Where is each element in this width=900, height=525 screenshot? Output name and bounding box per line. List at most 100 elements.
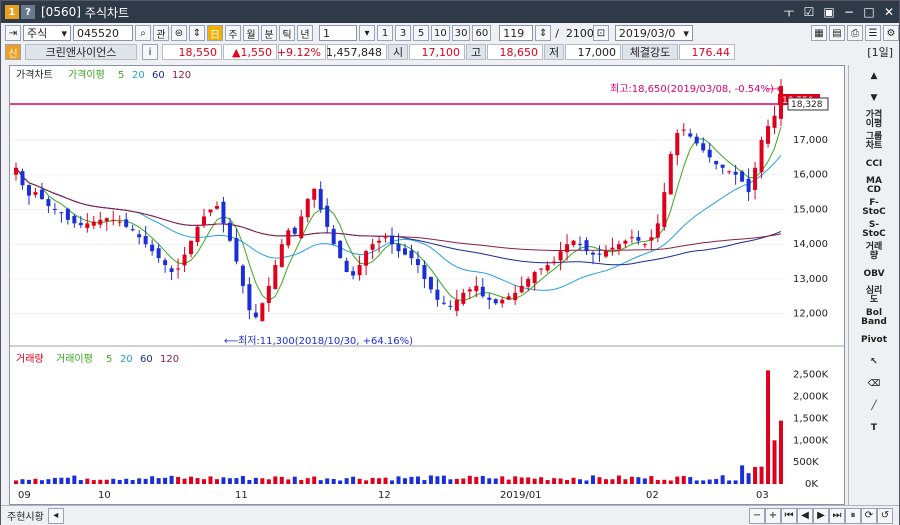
sidebar-up-icon[interactable]: ▲ [849, 65, 899, 87]
volume-bar [707, 479, 712, 484]
first-icon[interactable]: ⏮ [781, 507, 797, 524]
candle-body [214, 206, 219, 209]
indicator-s-stoc[interactable]: S- StoC [849, 219, 899, 241]
period-day-icon[interactable]: 日 [207, 25, 223, 41]
watch-button[interactable]: 관 [153, 25, 169, 41]
date-select[interactable]: 2019/03/0 ▾ [614, 25, 693, 41]
tools-icon[interactable]: ⚙ [883, 25, 899, 41]
volume-ma20: 20 [120, 354, 133, 365]
volume-bar [202, 479, 207, 484]
print-icon[interactable]: ⎙ [847, 25, 863, 41]
next-icon[interactable]: ▶ [813, 507, 829, 524]
period-tick[interactable]: 틱 [279, 25, 295, 41]
settings-icon[interactable]: ☰ [865, 25, 881, 41]
chart-area[interactable]: 12,00013,00014,00015,00016,00017,00018,0… [9, 65, 845, 505]
volume-bar [766, 370, 771, 484]
refresh-icon[interactable]: ⟳ [861, 507, 877, 524]
info-button[interactable]: i [142, 44, 158, 60]
chevron-down-icon[interactable]: ▾ [359, 25, 375, 41]
code-input[interactable]: 045520 [73, 25, 133, 41]
volume-bar [273, 476, 278, 484]
sidebar-down-icon[interactable]: ▼ [849, 87, 899, 109]
volume-bar [461, 478, 466, 484]
save-icon[interactable]: ⊜ [171, 25, 187, 41]
spin-icon[interactable]: ⇕ [189, 25, 205, 41]
candle-body [195, 226, 200, 242]
volume-bar [91, 480, 96, 484]
cursor-icon[interactable]: ↖ [849, 351, 899, 373]
volume-bar [318, 480, 323, 484]
table-icon[interactable]: ▤ [829, 25, 845, 41]
indicator-bollinger[interactable]: Bol Band [849, 307, 899, 329]
preset-5[interactable]: 5 [413, 25, 429, 41]
strength-value: 176.44 [679, 44, 735, 60]
preset-60[interactable]: 60 [472, 25, 492, 41]
preset-30[interactable]: 30 [451, 25, 471, 41]
volume-bar [312, 476, 317, 484]
last-icon[interactable]: ⏭ [829, 507, 845, 524]
x-tick-label: 02 [646, 490, 659, 501]
candle-body [565, 244, 570, 253]
close-icon[interactable]: ✕ [879, 5, 899, 19]
indicator-cci[interactable]: CCI [849, 153, 899, 175]
volume-bar [733, 480, 738, 484]
chevron-down-icon: ▾ [683, 26, 689, 40]
volume-bar [247, 479, 252, 484]
indicator-volume[interactable]: 거래 량 [849, 241, 899, 263]
help-icon[interactable]: ? [21, 5, 35, 19]
range-icon[interactable]: ⊡ [592, 25, 609, 41]
count-input[interactable]: 119 [499, 25, 534, 41]
preset-10[interactable]: 10 [431, 25, 450, 41]
price-tick-label: 16,000 [793, 170, 828, 181]
candle-body [85, 223, 90, 228]
candle-body [493, 299, 498, 304]
volume-bar [539, 477, 544, 484]
pause-icon[interactable]: ⏸ [845, 507, 861, 524]
period-year[interactable]: 년 [297, 25, 313, 41]
grid-icon[interactable]: ▦ [811, 25, 827, 41]
indicator-macd[interactable]: MA CD [849, 175, 899, 197]
scroll-left-icon[interactable]: ◂ [47, 507, 64, 524]
reset-icon[interactable]: ↺ [877, 507, 893, 524]
search-button[interactable]: ⌕ [135, 25, 151, 41]
indicator-price-ma[interactable]: 가격 이평 [849, 109, 899, 131]
quote-info-row: 신 크린앤사이언스 i 18,550 ▲1,550 +9.12% 1,457,8… [1, 43, 899, 61]
volume-bar [260, 478, 265, 484]
interval-select[interactable]: 1 [319, 25, 357, 41]
pin-icon[interactable]: ㅜ [779, 4, 799, 21]
indicator-obv[interactable]: OBV [849, 263, 899, 285]
eraser-icon[interactable]: ⌫ [849, 373, 899, 395]
period-week[interactable]: 주 [225, 25, 241, 41]
candle-body [720, 164, 725, 168]
zoom-out-icon[interactable]: − [749, 507, 765, 524]
volume-bar [578, 479, 583, 484]
volume-bar [208, 476, 213, 484]
volume-bar [383, 477, 388, 484]
link-icon[interactable]: ☑ [799, 5, 819, 19]
prev-icon[interactable]: ◀ [797, 507, 813, 524]
volume-bar [448, 479, 453, 484]
count-spin-icon[interactable]: ⇕ [535, 25, 552, 41]
trendline-icon[interactable]: ╱ [849, 395, 899, 417]
preset-1[interactable]: 1 [377, 25, 393, 41]
indicator-f-stoc[interactable]: F- StoC [849, 197, 899, 219]
copy-icon[interactable]: ▣ [819, 5, 839, 19]
maximize-icon[interactable]: □ [859, 5, 879, 19]
candle-body [435, 289, 440, 300]
period-month[interactable]: 월 [243, 25, 259, 41]
period-minute[interactable]: 분 [261, 25, 277, 41]
text-icon[interactable]: T [849, 417, 899, 439]
indicator-pivot[interactable]: Pivot [849, 329, 899, 351]
candle-body [636, 237, 641, 241]
indicator-group-chart[interactable]: 그룹 차트 [849, 131, 899, 153]
chart-svg[interactable]: 12,00013,00014,00015,00016,00017,00018,0… [10, 66, 844, 504]
volume-bar [325, 478, 330, 484]
nav-arrow-icon[interactable]: ⇥ [5, 25, 21, 41]
total-count: 2100 [565, 26, 594, 40]
volume-bar [402, 478, 407, 484]
market-select[interactable]: 주식 ▾ [23, 25, 71, 41]
minimize-icon[interactable]: − [839, 5, 859, 19]
preset-3[interactable]: 3 [395, 25, 411, 41]
zoom-in-icon[interactable]: + [765, 507, 781, 524]
indicator-psycho[interactable]: 심리 도 [849, 285, 899, 307]
